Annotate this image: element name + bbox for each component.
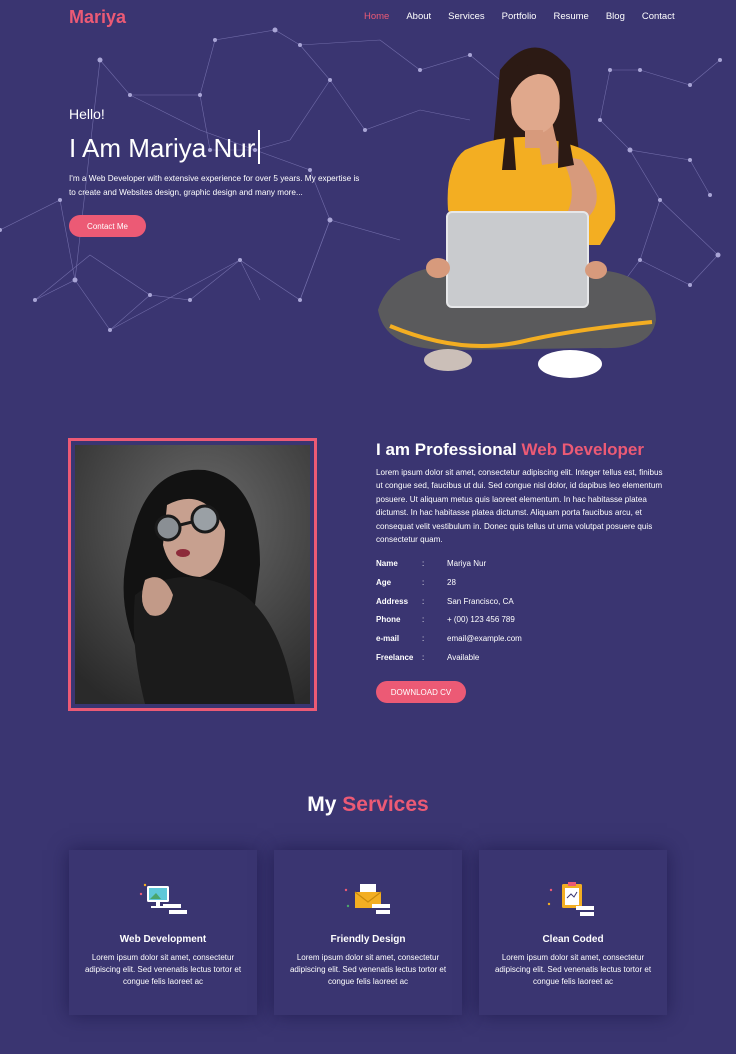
monitor-icon: [139, 883, 187, 914]
main-nav: Home About Services Portfolio Resume Blo…: [364, 11, 675, 22]
hero-title: I Am Mariya Nur: [69, 130, 261, 164]
about-text: Lorem ipsum dolor sit amet, consectetur …: [376, 468, 663, 545]
page: Mariya Home About Services Portfolio Res…: [0, 0, 736, 1054]
service-card-title: Friendly Design: [330, 934, 406, 945]
service-card-text: Lorem ipsum dolor sit amet, consectetur …: [289, 953, 447, 986]
info-label: Age: [376, 577, 392, 587]
info-label: Name: [376, 559, 398, 568]
hero-greeting: Hello!: [69, 106, 105, 122]
info-label: e-mail: [376, 634, 400, 644]
about-title-prefix: I am Professional: [376, 440, 522, 459]
service-card-clean-coded[interactable]: Clean Coded Lorem ipsum dolor sit amet, …: [479, 850, 667, 1015]
nav-services[interactable]: Services: [448, 11, 484, 22]
hero-person-image: [378, 47, 656, 378]
info-value: Mariya Nur: [447, 559, 487, 568]
clipboard-icon: [547, 882, 594, 916]
nav-contact[interactable]: Contact: [642, 11, 675, 22]
info-separator: :: [422, 596, 425, 606]
nav-home[interactable]: Home: [364, 11, 389, 22]
service-card-title: Web Development: [119, 934, 207, 945]
info-label: Address: [376, 596, 409, 606]
info-value: San Francisco, CA: [447, 596, 514, 606]
info-value[interactable]: email@example.com: [447, 634, 522, 643]
info-separator: :: [422, 577, 425, 587]
info-separator: :: [422, 615, 425, 625]
info-value: 28: [447, 577, 456, 587]
services-title-accent: Services: [342, 793, 429, 816]
download-cv-button[interactable]: DOWNLOAD CV: [376, 681, 466, 703]
hero-title-text: I Am Mariya Nur: [69, 133, 256, 163]
about-title: I am Professional Web Developer: [376, 440, 644, 460]
services-title: My Services: [0, 793, 736, 817]
service-card-web-development[interactable]: Web Development Lorem ipsum dolor sit am…: [69, 850, 257, 1015]
info-value[interactable]: + (00) 123 456 789: [447, 615, 515, 624]
services-title-prefix: My: [307, 793, 343, 816]
service-card-text: Lorem ipsum dolor sit amet, consectetur …: [84, 953, 242, 986]
info-separator: :: [422, 634, 425, 644]
info-separator: :: [422, 559, 425, 568]
about-photo: [75, 445, 310, 704]
service-card-title: Clean Coded: [542, 934, 604, 945]
contact-me-button[interactable]: Contact Me: [69, 215, 146, 237]
info-label: Phone: [376, 615, 401, 625]
info-value: Available: [447, 652, 480, 662]
nav-portfolio[interactable]: Portfolio: [502, 11, 537, 22]
typing-caret: [258, 130, 261, 164]
site-logo[interactable]: Mariya: [69, 7, 126, 28]
hero-description: I'm a Web Developer with extensive exper…: [69, 174, 360, 197]
about-photo-frame: [68, 438, 317, 711]
envelope-icon: [344, 884, 390, 914]
service-card-text: Lorem ipsum dolor sit amet, consectetur …: [494, 953, 652, 986]
nav-resume[interactable]: Resume: [553, 11, 588, 22]
nav-blog[interactable]: Blog: [606, 11, 625, 22]
info-label: Freelance: [376, 652, 414, 662]
service-card-friendly-design[interactable]: Friendly Design Lorem ipsum dolor sit am…: [274, 850, 462, 1015]
nav-about[interactable]: About: [406, 11, 431, 22]
info-separator: :: [422, 652, 425, 662]
about-title-accent: Web Developer: [521, 440, 645, 459]
